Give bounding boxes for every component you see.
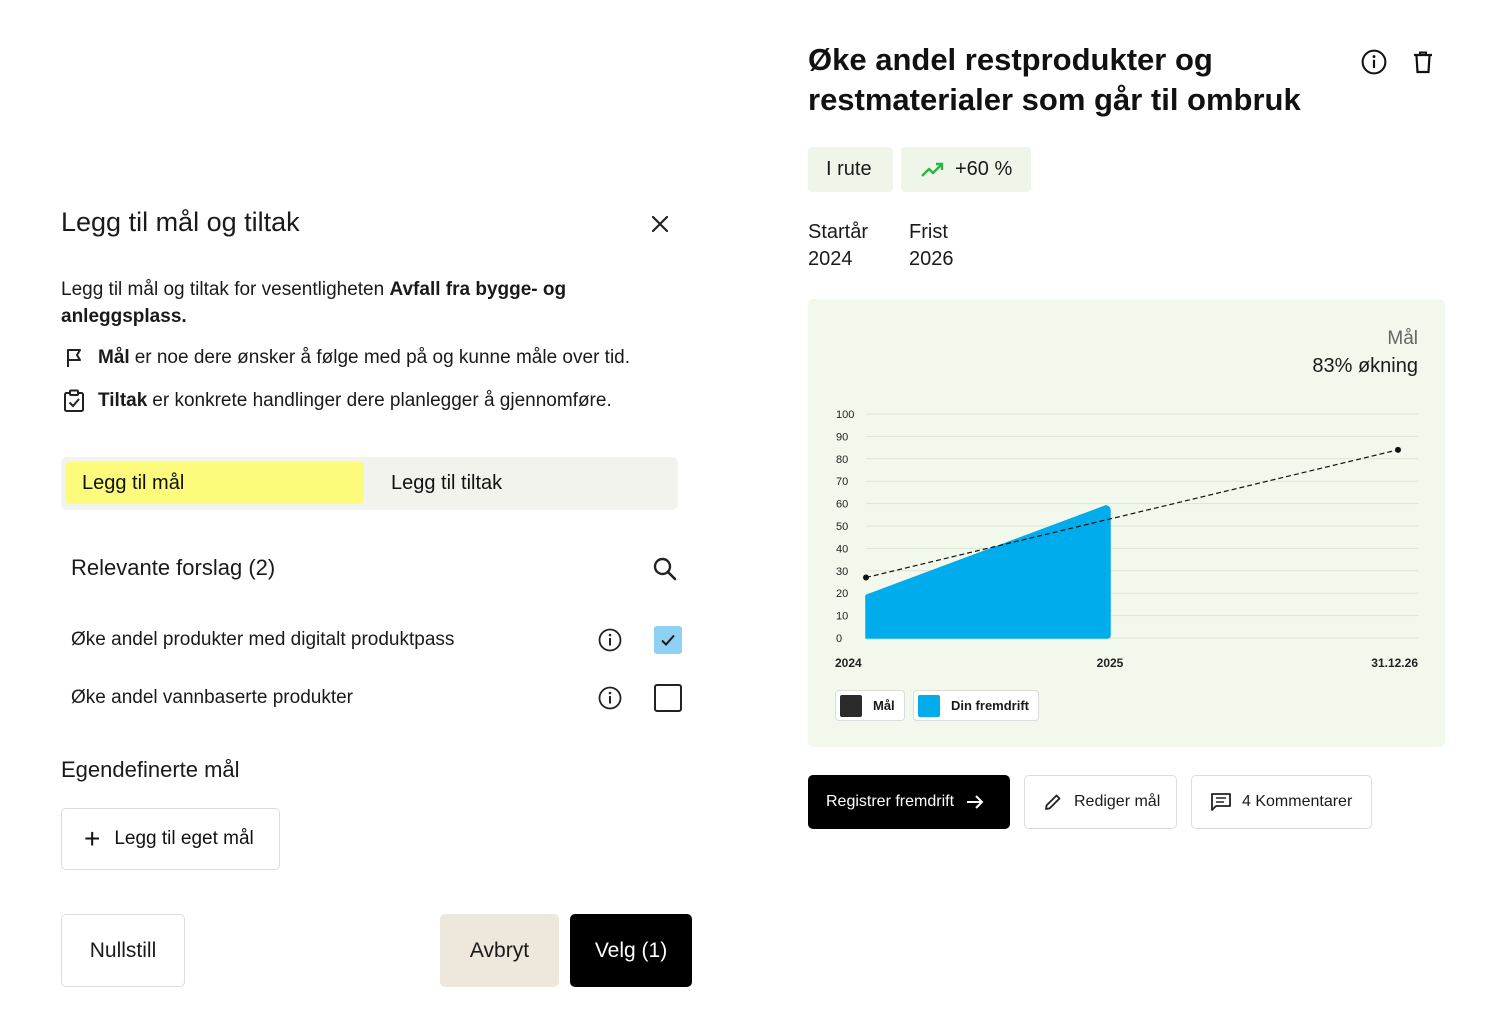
target-end-point [1395,446,1401,453]
start-year-value: 2024 [808,248,853,270]
progress-chart-card: Mål 83% økning 0 10 20 30 40 50 60 70 80 90 100 202… [808,299,1445,747]
suggestion-checkbox[interactable] [654,684,682,712]
check-icon [661,634,675,646]
y-tick-label: 90 [836,431,848,443]
suggestion-label: Øke andel produkter med digitalt produkt… [71,629,455,650]
tab-add-action[interactable]: Legg til tiltak [371,462,671,504]
y-tick-label: 60 [836,499,848,511]
info-icon[interactable] [596,684,624,712]
comments-button[interactable]: 4 Kommentarer [1191,775,1372,829]
legend-goal: Mål [835,690,905,721]
y-tick-label: 40 [836,543,848,555]
start-year-label: Startår [808,221,869,243]
y-tick-label: 30 [836,566,848,578]
definition-text: er noe dere ønsker å følge med på og kun… [134,347,631,368]
definition-goal: Mål er noe dere ønsker å følge med på og… [61,345,630,371]
trend-badge: +60 % [901,147,1031,192]
edit-goal-label: Rediger mål [1074,793,1161,810]
comment-icon [1211,793,1231,811]
y-tick-label: 10 [836,611,848,623]
add-goal-dialog: Legg til mål og tiltak Legg til mål og t… [0,0,740,1032]
suggestion-row: Øke andel produkter med digitalt produkt… [71,620,686,660]
legend-label: Mål [873,698,895,713]
trash-icon[interactable] [1408,47,1438,77]
legend-progress: Din fremdrift [913,690,1039,721]
goal-action-tabs: Legg til mål Legg til tiltak [61,457,678,510]
trending-up-icon [921,162,944,177]
x-tick-label: 2024 [835,656,862,670]
close-icon[interactable] [645,209,675,239]
info-icon[interactable] [1359,47,1389,77]
goal-title: Øke andel restprodukter og restmateriale… [808,42,1301,117]
dialog-intro: Legg til mål og tiltak for vesentlighete… [61,276,681,330]
definition-term: Tiltak [98,390,148,411]
progress-chart: 0 10 20 30 40 50 60 70 80 90 100 2024 2025 31.12.26 [835,409,1418,670]
register-progress-button[interactable]: Registrer fremdrift [808,775,1010,829]
edit-goal-button[interactable]: Rediger mål [1024,775,1177,829]
reset-button[interactable]: Nullstill [61,914,185,987]
intro-text: Legg til mål og tiltak for vesentlighete… [61,279,390,300]
definition-term: Mål [98,347,130,368]
legend-swatch [918,694,940,717]
x-tick-label: 2025 [1097,656,1124,670]
select-button[interactable]: Velg (1) [570,914,692,987]
clipboard-check-icon [61,388,87,414]
plus-icon: + [84,823,101,854]
dialog-title: Legg til mål og tiltak [61,207,300,237]
x-tick-label: 31.12.26 [1371,656,1418,670]
add-own-goal-label: Legg til eget mål [114,828,254,849]
add-own-goal-button[interactable]: + Legg til eget mål [61,808,280,870]
target-start-point [863,574,869,581]
y-tick-label: 50 [836,521,848,533]
trend-value: +60 % [955,158,1013,180]
arrow-right-icon [967,795,984,809]
pencil-icon [1045,794,1061,810]
suggestion-label: Øke andel vannbaserte produkter [71,687,354,708]
legend-swatch [840,694,862,717]
suggestion-row: Øke andel vannbaserte produkter [71,678,686,718]
deadline-value: 2026 [909,248,954,270]
tab-add-goal[interactable]: Legg til mål [66,462,364,504]
status-badge: I rute [808,147,893,192]
comments-label: 4 Kommentarer [1242,793,1353,810]
legend-label: Din fremdrift [951,698,1029,713]
info-icon[interactable] [596,626,624,654]
suggestions-heading: Relevante forslag (2) [71,555,276,580]
custom-goals-heading: Egendefinerte mål [61,757,240,782]
definition-action: Tiltak er konkrete handlinger dere planl… [61,388,612,414]
definition-text: er konkrete handlinger dere planlegger å… [152,390,612,411]
deadline-label: Frist [909,221,948,243]
y-tick-label: 20 [836,588,848,600]
y-tick-label: 0 [836,633,842,645]
flag-icon [61,345,87,371]
search-icon[interactable] [650,554,680,584]
cancel-button[interactable]: Avbryt [440,914,559,987]
target-line [865,449,1399,579]
y-tick-label: 70 [836,476,848,488]
y-tick-label: 80 [836,454,848,466]
y-tick-label: 100 [836,409,854,421]
register-progress-label: Registrer fremdrift [826,793,955,810]
suggestion-checkbox-checked[interactable] [654,626,682,654]
